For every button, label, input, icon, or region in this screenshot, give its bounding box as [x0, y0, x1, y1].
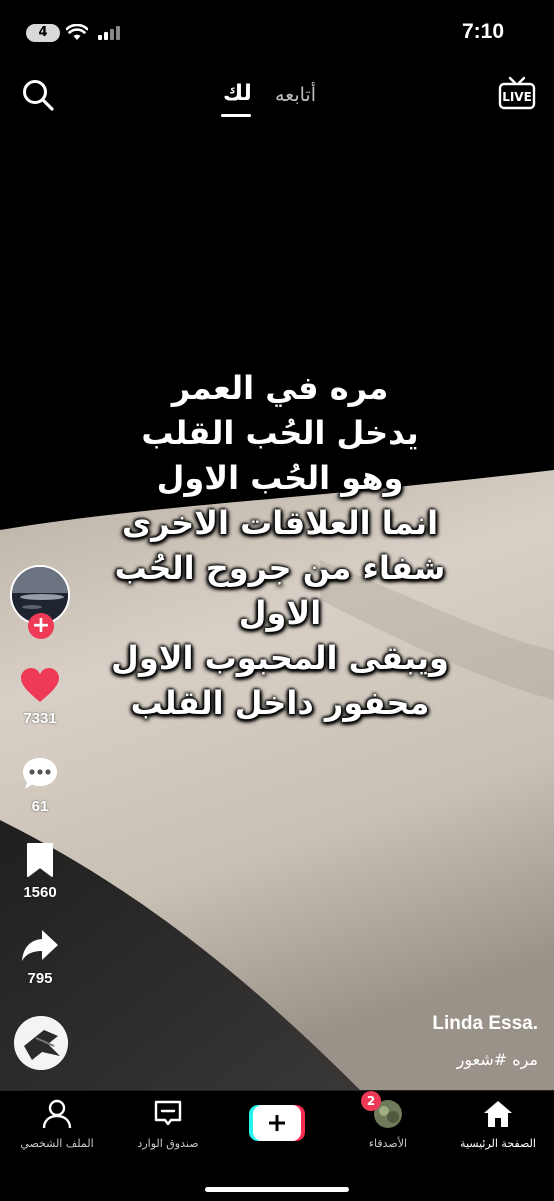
active-tab-indicator — [221, 114, 251, 117]
friends-notification-badge: 2 — [361, 1091, 381, 1111]
signal-icon — [98, 26, 120, 40]
home-indicator — [205, 1187, 349, 1192]
nav-profile[interactable]: الملف الشخصي — [2, 1099, 112, 1150]
bottom-nav: الصفحة الرئيسية الأصدقاء 2 صندوق الوارد — [0, 1090, 554, 1201]
save-button[interactable]: 1560 — [10, 842, 70, 901]
overlay-line: انما العلاقات الاخرى — [121, 504, 439, 542]
clock: 7:10 — [462, 20, 505, 43]
tab-for-you[interactable]: لك — [223, 81, 252, 106]
overlay-line: وهو الحُب الاول — [156, 459, 404, 497]
heart-icon — [21, 668, 59, 702]
nav-home-label: الصفحة الرئيسية — [460, 1137, 536, 1150]
comment-count: 61 — [31, 798, 49, 815]
nav-friends[interactable]: الأصدقاء — [333, 1099, 443, 1150]
search-icon — [23, 80, 54, 111]
comment-button[interactable]: 61 — [10, 756, 70, 815]
overlay-line: ويبقى المحبوب الاول — [111, 639, 449, 677]
nav-profile-label: الملف الشخصي — [20, 1137, 94, 1150]
nav-home[interactable]: الصفحة الرئيسية — [443, 1099, 553, 1150]
profile-icon — [42, 1099, 72, 1129]
live-label: LIVE — [502, 90, 532, 104]
live-icon: LIVE — [498, 76, 536, 110]
share-arrow-icon — [22, 930, 58, 961]
share-button[interactable]: 795 — [10, 928, 70, 987]
overlay-line: مره في العمر — [171, 369, 389, 407]
battery-indicator: 4 — [26, 24, 60, 42]
overlay-line: محفور داخل القلب — [130, 684, 430, 722]
tab-following[interactable]: أتابعه — [275, 84, 316, 106]
overlay-line: يدخل الحُب القلب — [141, 414, 419, 452]
status-bar: 4 7:10 — [0, 0, 554, 64]
nav-inbox[interactable]: صندوق الوارد — [113, 1099, 223, 1150]
sound-disc-icon — [14, 1016, 68, 1070]
video-caption[interactable]: مره #شعور — [457, 1050, 538, 1069]
follow-button[interactable]: + — [28, 613, 54, 639]
comment-icon — [23, 758, 57, 789]
creator-username[interactable]: Linda Essa. — [432, 1013, 538, 1035]
video-overlay-text: مره في العمر يدخل الحُب القلب وهو الحُب … — [80, 366, 480, 726]
nav-friends-label: الأصدقاء — [368, 1137, 408, 1150]
nav-inbox-label: صندوق الوارد — [137, 1137, 199, 1150]
wifi-icon — [66, 24, 88, 40]
save-count: 1560 — [23, 884, 57, 901]
plus-icon — [249, 1105, 305, 1141]
search-button[interactable] — [21, 78, 55, 112]
like-button[interactable]: 7331 — [10, 668, 70, 727]
live-button[interactable]: LIVE — [498, 76, 536, 112]
home-icon — [484, 1101, 512, 1127]
bookmark-icon — [27, 843, 53, 877]
create-button[interactable] — [249, 1105, 305, 1141]
overlay-line: شفاء من جروح الحُب الاول — [114, 549, 446, 632]
sound-disc[interactable] — [14, 1016, 68, 1070]
inbox-icon — [154, 1100, 182, 1126]
like-count: 7331 — [23, 710, 57, 727]
share-count: 795 — [27, 970, 53, 987]
